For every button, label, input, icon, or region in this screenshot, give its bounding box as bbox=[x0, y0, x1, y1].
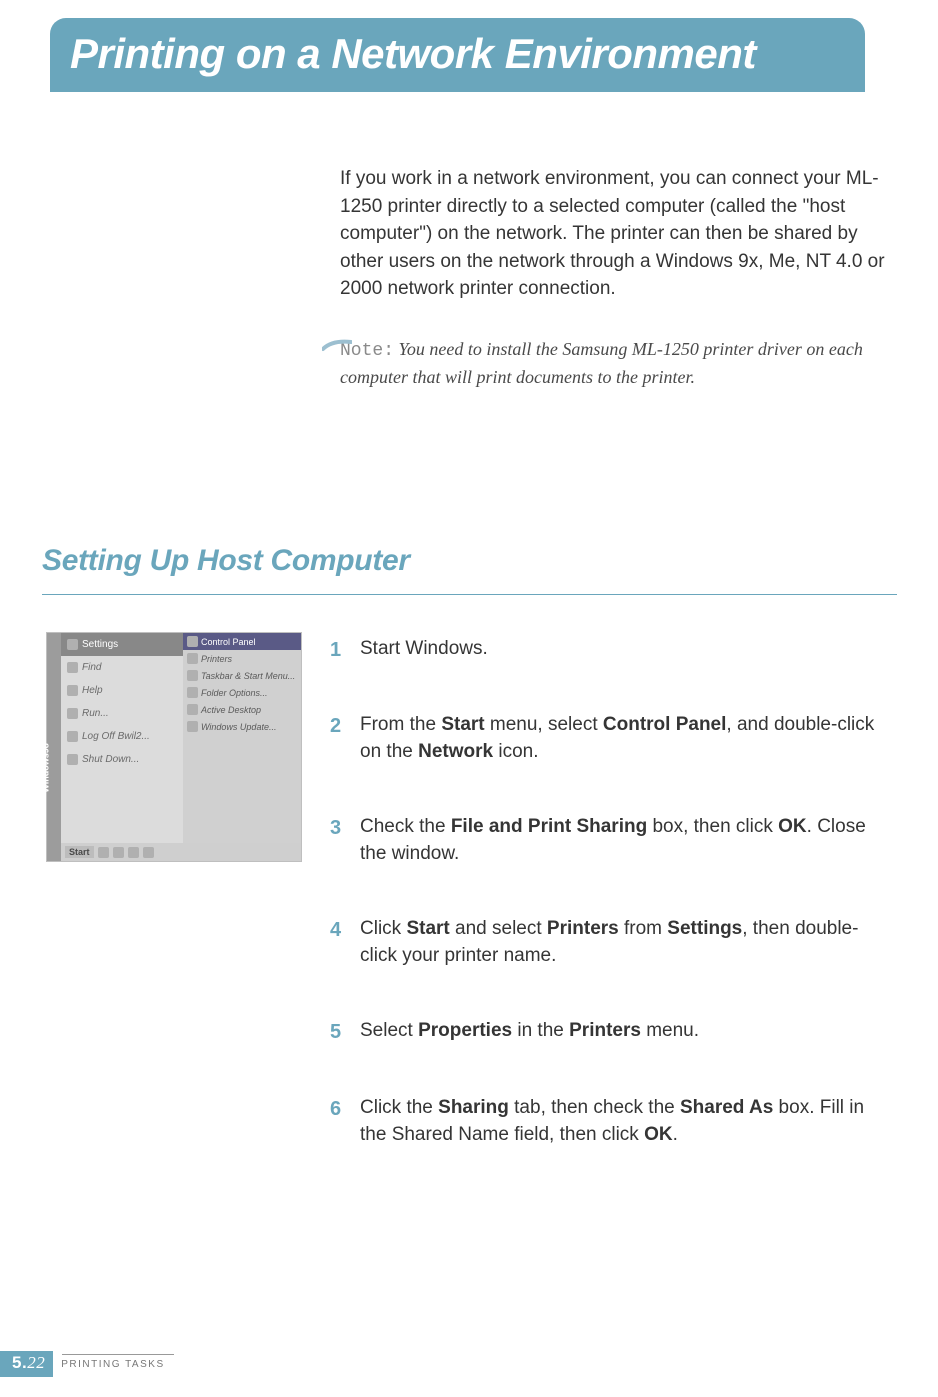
step-number: 4 bbox=[330, 916, 344, 970]
section-rule bbox=[42, 594, 897, 595]
menu-item-run: Run... bbox=[61, 702, 183, 725]
logoff-icon bbox=[67, 731, 78, 742]
page-banner: Printing on a Network Environment bbox=[50, 18, 865, 92]
find-icon bbox=[67, 662, 78, 673]
menu-label: Control Panel bbox=[201, 637, 256, 647]
menu-label: Shut Down... bbox=[82, 754, 139, 765]
start-menu-left: Settings Find Help Run... Log Off Bwil2.… bbox=[61, 633, 183, 843]
menu-label: Log Off Bwil2... bbox=[82, 731, 150, 742]
page-title: Printing on a Network Environment bbox=[50, 18, 865, 78]
step-text: Click Start and select Printers from Set… bbox=[360, 916, 895, 970]
menu-label: Help bbox=[82, 685, 103, 696]
menu-item-settings: Settings bbox=[61, 633, 183, 656]
submenu-item-taskbar: Taskbar & Start Menu... bbox=[183, 667, 301, 684]
footer-label: PRINTING TASKS bbox=[61, 1359, 164, 1370]
page-number: 22 bbox=[27, 1353, 45, 1372]
update-icon bbox=[187, 721, 198, 732]
control-panel-icon bbox=[187, 636, 198, 647]
menu-label: Settings bbox=[82, 639, 118, 650]
menu-label: Find bbox=[82, 662, 101, 673]
step-5: 5 Select Properties in the Printers menu… bbox=[330, 1018, 895, 1046]
settings-icon bbox=[67, 639, 78, 650]
folder-icon bbox=[187, 687, 198, 698]
step-text: Check the File and Print Sharing box, th… bbox=[360, 814, 895, 868]
shutdown-icon bbox=[67, 754, 78, 765]
step-text: Start Windows. bbox=[360, 636, 895, 664]
submenu-item-active-desktop: Active Desktop bbox=[183, 701, 301, 718]
run-icon bbox=[67, 708, 78, 719]
menu-item-logoff: Log Off Bwil2... bbox=[61, 725, 183, 748]
step-text: From the Start menu, select Control Pane… bbox=[360, 712, 895, 766]
menu-label: Active Desktop bbox=[201, 705, 261, 715]
printers-icon bbox=[187, 653, 198, 664]
help-icon bbox=[67, 685, 78, 696]
menu-label: Folder Options... bbox=[201, 688, 268, 698]
menu-item-help: Help bbox=[61, 679, 183, 702]
desktop-icon bbox=[187, 704, 198, 715]
step-number: 1 bbox=[330, 636, 344, 664]
steps-list: 1 Start Windows. 2 From the Start menu, … bbox=[330, 636, 895, 1197]
step-text: Select Properties in the Printers menu. bbox=[360, 1018, 895, 1046]
step-number: 3 bbox=[330, 814, 344, 868]
step-number: 6 bbox=[330, 1095, 344, 1149]
menu-label: Taskbar & Start Menu... bbox=[201, 671, 295, 681]
tray-icon bbox=[128, 847, 139, 858]
os-label: Windows98 bbox=[41, 743, 51, 792]
page-number-box: 5.22 bbox=[0, 1351, 53, 1377]
taskbar: Start bbox=[61, 843, 301, 861]
step-text: Click the Sharing tab, then check the Sh… bbox=[360, 1095, 895, 1149]
menu-item-find: Find bbox=[61, 656, 183, 679]
os-sidebar: Windows98 bbox=[47, 633, 61, 861]
tray-icon bbox=[113, 847, 124, 858]
submenu-item-printers: Printers bbox=[183, 650, 301, 667]
menu-label: Printers bbox=[201, 654, 232, 664]
page-footer: 5.22 PRINTING TASKS bbox=[0, 1351, 165, 1377]
start-button: Start bbox=[65, 846, 94, 858]
step-4: 4 Click Start and select Printers from S… bbox=[330, 916, 895, 970]
note-block: Note: You need to install the Samsung ML… bbox=[340, 336, 900, 390]
chapter-number: 5. bbox=[12, 1353, 27, 1372]
step-6: 6 Click the Sharing tab, then check the … bbox=[330, 1095, 895, 1149]
section-heading: Setting Up Host Computer bbox=[42, 544, 410, 578]
note-swoosh-icon bbox=[322, 338, 352, 352]
step-number: 5 bbox=[330, 1018, 344, 1046]
step-2: 2 From the Start menu, select Control Pa… bbox=[330, 712, 895, 766]
start-menu-screenshot: Windows98 Settings Find Help Run... Log … bbox=[46, 632, 302, 862]
menu-item-shutdown: Shut Down... bbox=[61, 748, 183, 771]
submenu-item-control-panel: Control Panel bbox=[183, 633, 301, 650]
start-menu-right: Control Panel Printers Taskbar & Start M… bbox=[183, 633, 301, 843]
submenu-item-windows-update: Windows Update... bbox=[183, 718, 301, 735]
taskbar-icon bbox=[187, 670, 198, 681]
submenu-item-folder-options: Folder Options... bbox=[183, 684, 301, 701]
step-3: 3 Check the File and Print Sharing box, … bbox=[330, 814, 895, 868]
menu-label: Windows Update... bbox=[201, 722, 276, 732]
step-number: 2 bbox=[330, 712, 344, 766]
intro-paragraph: If you work in a network environment, yo… bbox=[340, 165, 900, 303]
note-text: You need to install the Samsung ML-1250 … bbox=[340, 339, 863, 387]
step-1: 1 Start Windows. bbox=[330, 636, 895, 664]
menu-label: Run... bbox=[82, 708, 109, 719]
tray-icon bbox=[143, 847, 154, 858]
tray-icon bbox=[98, 847, 109, 858]
